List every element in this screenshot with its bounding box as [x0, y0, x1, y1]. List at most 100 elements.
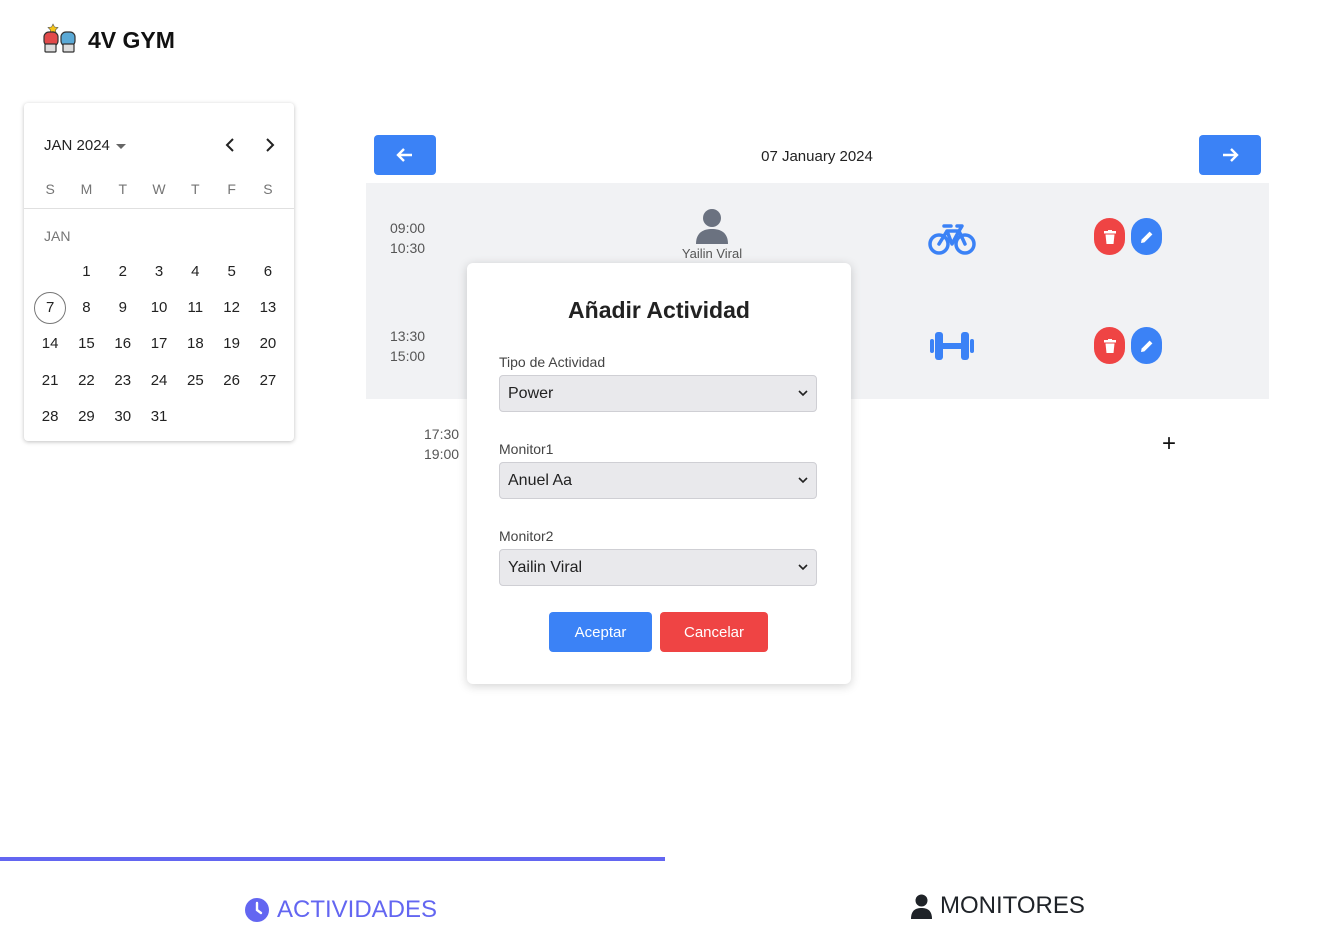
day-cell[interactable]: 30 — [105, 399, 141, 435]
day-number: 19 — [223, 335, 240, 353]
day-number: 17 — [150, 335, 168, 353]
weekday-label: S — [263, 181, 273, 197]
day-cell[interactable]: 24 — [141, 362, 177, 398]
day-number: 21 — [41, 371, 59, 389]
day-cell[interactable]: 12 — [213, 289, 249, 325]
next-day-button[interactable] — [1199, 135, 1261, 175]
day-cell[interactable]: 1 — [68, 253, 104, 289]
weekday-label: F — [227, 181, 236, 197]
day-cell[interactable]: 15 — [68, 326, 104, 362]
day-cell[interactable]: 27 — [250, 362, 286, 398]
slot-1-delete-button[interactable] — [1094, 218, 1125, 255]
tipo-select[interactable]: Power — [499, 375, 817, 412]
day-cell[interactable]: 6 — [250, 253, 286, 289]
weekday-label: W — [152, 181, 166, 197]
app-title: 4V GYM — [88, 27, 175, 53]
day-number: 28 — [41, 408, 59, 426]
tipo-label: Tipo de Actividad — [499, 354, 606, 370]
tab-monitores[interactable]: MONITORES — [911, 892, 1085, 920]
day-cell[interactable]: 19 — [213, 326, 249, 362]
tipo-select-value: Power — [508, 384, 554, 402]
day-cell[interactable]: 3 — [141, 253, 177, 289]
day-cell[interactable]: 5 — [213, 253, 249, 289]
monitor1-select[interactable]: Anuel Aa — [499, 462, 817, 499]
monitor1-label: Monitor1 — [499, 441, 554, 457]
chevron-right-icon — [266, 138, 275, 152]
day-cell[interactable]: 23 — [105, 362, 141, 398]
slot-1-end: 10:30 — [390, 240, 426, 256]
day-number: 22 — [78, 371, 95, 389]
accept-button[interactable]: Aceptar — [549, 612, 652, 652]
day-cell[interactable]: 13 — [250, 289, 286, 325]
day-cell[interactable]: 25 — [177, 362, 213, 398]
caret-down-icon — [115, 144, 126, 149]
day-cell[interactable]: 4 — [177, 253, 213, 289]
day-cell[interactable]: 14 — [32, 326, 68, 362]
monitor2-select-value: Yailin Viral — [508, 558, 583, 576]
prev-day-button[interactable] — [374, 135, 436, 175]
tab-actividades[interactable]: ACTIVIDADES — [245, 896, 437, 924]
day-cell[interactable]: 10 — [141, 289, 177, 325]
day-cell[interactable]: 18 — [177, 326, 213, 362]
calendar-days: 1 2 3 4 5 6 7 8 9 10 11 12 13 14 15 16 17 18 19 20 21 22 23 24 2… — [32, 253, 294, 435]
prev-month-button[interactable] — [218, 133, 242, 157]
day-number: 20 — [259, 335, 277, 353]
day-cell[interactable]: 8 — [68, 289, 104, 325]
add-activity-button[interactable]: + — [1162, 430, 1176, 458]
weekday-label: M — [80, 181, 93, 197]
arrow-left-icon — [396, 148, 412, 162]
day-number: 9 — [118, 299, 127, 317]
slot-3-end: 19:00 — [424, 446, 460, 462]
day-cell[interactable]: 28 — [32, 399, 68, 435]
day-number: 11 — [187, 299, 204, 317]
day-cell[interactable]: 20 — [250, 326, 286, 362]
boxing-gloves-icon — [42, 22, 78, 59]
day-cell[interactable]: 31 — [141, 399, 177, 435]
day-number: 18 — [186, 335, 204, 353]
slot-2-start: 13:30 — [390, 328, 426, 344]
month-year-selector[interactable]: JAN 2024 — [44, 137, 126, 154]
day-cell[interactable]: 11 — [177, 289, 213, 325]
chevron-down-icon — [798, 477, 808, 484]
day-cell[interactable]: 9 — [105, 289, 141, 325]
day-cell[interactable]: 2 — [105, 253, 141, 289]
day-number: 3 — [154, 262, 164, 280]
month-year-label: JAN 2024 — [44, 137, 110, 154]
slot-1-monitor: Yailin Viral — [670, 208, 754, 261]
slot-3-time: 17:30 19:00 — [424, 424, 459, 464]
monitor2-select[interactable]: Yailin Viral — [499, 549, 817, 586]
next-month-button[interactable] — [258, 133, 282, 157]
day-number: 14 — [41, 335, 59, 353]
day-number: 15 — [78, 335, 95, 353]
day-number: 27 — [259, 371, 277, 389]
day-cell[interactable]: 22 — [68, 362, 104, 398]
day-cell[interactable]: 29 — [68, 399, 104, 435]
weekday-label: T — [118, 181, 128, 197]
calendar-divider — [24, 208, 294, 209]
day-number: 7 — [34, 291, 67, 324]
day-number: 2 — [118, 262, 127, 280]
day-blank — [32, 253, 68, 289]
monitor1-select-value: Anuel Aa — [508, 471, 573, 489]
day-number: 6 — [263, 262, 273, 280]
day-number: 10 — [150, 299, 168, 317]
tab-actividades-label: ACTIVIDADES — [277, 896, 438, 923]
day-number: 23 — [114, 371, 132, 389]
day-cell[interactable]: 21 — [32, 362, 68, 398]
slot-2-edit-button[interactable] — [1131, 327, 1162, 364]
chevron-down-icon — [798, 564, 808, 571]
day-cell[interactable]: 17 — [141, 326, 177, 362]
slot-1-edit-button[interactable] — [1131, 218, 1162, 255]
day-cell[interactable]: 26 — [213, 362, 249, 398]
slot-2-delete-button[interactable] — [1094, 327, 1125, 364]
day-cell-today[interactable]: 7 — [32, 289, 68, 325]
day-number: 29 — [78, 408, 95, 426]
weekday-label: T — [191, 181, 200, 197]
cancel-button[interactable]: Cancelar — [660, 612, 768, 652]
pencil-icon — [1140, 340, 1152, 352]
dumbbell-icon — [928, 330, 976, 367]
tab-monitores-label: MONITORES — [940, 892, 1085, 919]
slot-1-start: 09:00 — [390, 220, 426, 236]
slot-2-end: 15:00 — [390, 348, 426, 364]
day-cell[interactable]: 16 — [105, 326, 141, 362]
